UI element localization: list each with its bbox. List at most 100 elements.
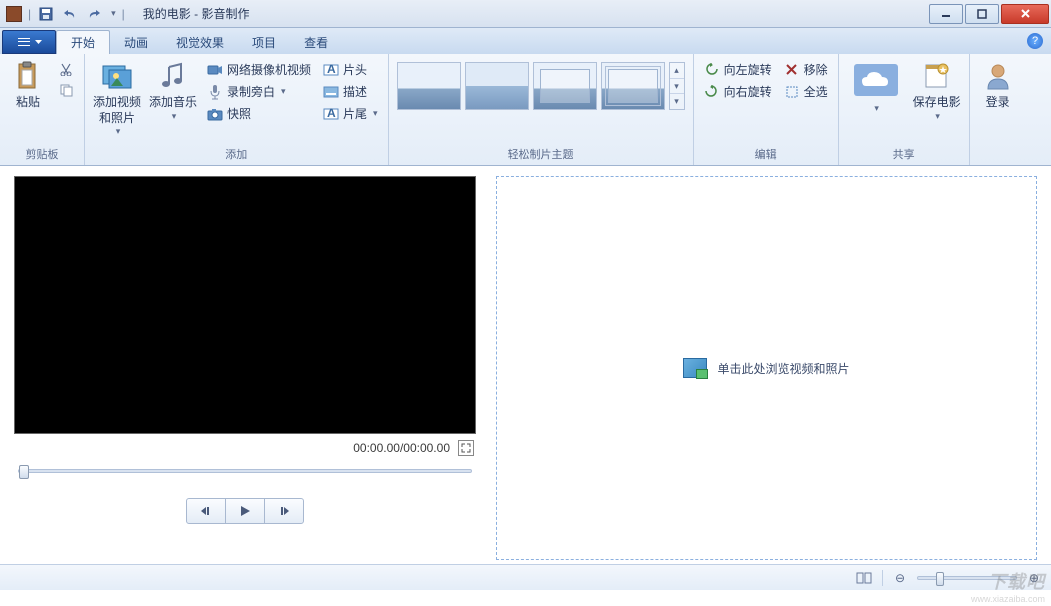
tab-home[interactable]: 开始 <box>56 30 110 54</box>
chevron-down-icon: ▾ <box>281 86 286 97</box>
maximize-button[interactable] <box>965 4 999 24</box>
caption-button[interactable]: 描述 <box>319 82 382 101</box>
paste-button[interactable]: 粘贴 <box>6 58 50 111</box>
chevron-down-icon: ▾ <box>116 126 121 138</box>
rotate-right-button[interactable]: 向右旋转 <box>700 82 776 101</box>
svg-text:A: A <box>327 107 336 120</box>
signin-label: 登录 <box>986 95 1010 111</box>
webcam-video-label: 网络摄像机视频 <box>227 61 311 78</box>
view-switch-button[interactable] <box>856 571 872 585</box>
help-button[interactable]: ? <box>1027 33 1043 49</box>
qat-undo-button[interactable] <box>61 5 79 23</box>
theme-thumb-1[interactable] <box>397 62 461 110</box>
webcam-icon <box>207 62 223 78</box>
theme-thumb-3[interactable] <box>533 62 597 110</box>
cloud-icon <box>852 60 900 100</box>
snapshot-label: 快照 <box>227 105 251 122</box>
record-narration-button[interactable]: 录制旁白 ▾ <box>203 82 315 101</box>
playback-controls <box>14 498 476 524</box>
caption-label: 描述 <box>343 83 367 100</box>
paste-label: 粘贴 <box>16 95 40 111</box>
title-label: 片头 <box>343 61 367 78</box>
user-icon <box>982 60 1014 92</box>
rotate-left-button[interactable]: 向左旋转 <box>700 60 776 79</box>
tab-animations[interactable]: 动画 <box>110 30 162 54</box>
add-music-button[interactable]: 添加音乐 ▾ <box>147 58 199 122</box>
fullscreen-button[interactable] <box>458 440 474 456</box>
window-title: 我的电影 - 影音制作 <box>143 5 250 22</box>
title-button[interactable]: A 片头 <box>319 60 382 79</box>
save-movie-icon <box>921 60 953 92</box>
group-add-label: 添加 <box>91 144 382 165</box>
ribbon: 粘贴 剪贴板 添加视频 和照片 ▾ 添加音乐 ▾ 网络摄像机视频 录制旁 <box>0 54 1051 166</box>
statusbar: ⊖ ⊕ <box>0 564 1051 590</box>
group-signin-label <box>976 148 1020 165</box>
prev-frame-button[interactable] <box>186 498 226 524</box>
watermark-sub: www.xiazaiba.com <box>971 594 1045 604</box>
select-all-button[interactable]: 全选 <box>780 82 832 101</box>
select-all-label: 全选 <box>804 83 828 100</box>
preview-pane: 00:00.00/00:00.00 <box>14 176 476 560</box>
qat-save-button[interactable] <box>37 5 55 23</box>
gallery-up-icon: ▴ <box>670 63 684 78</box>
video-preview[interactable] <box>14 176 476 434</box>
cut-button[interactable] <box>54 60 78 78</box>
theme-thumb-4[interactable] <box>601 62 665 110</box>
credits-button[interactable]: A片尾▾ <box>319 104 382 123</box>
qat-separator: | <box>28 7 31 21</box>
zoom-out-button[interactable]: ⊖ <box>893 571 907 585</box>
share-cloud-button[interactable]: ▾ <box>845 58 907 115</box>
content-area: 00:00.00/00:00.00 单击此处浏览视频和照片 <box>0 166 1051 564</box>
qat-redo-button[interactable] <box>85 5 103 23</box>
record-narration-label: 录制旁白 <box>227 83 275 100</box>
rotate-left-label: 向左旋转 <box>724 61 772 78</box>
themes-gallery: ▴ ▾ ▾ <box>395 58 687 114</box>
storyboard-placeholder-text: 单击此处浏览视频和照片 <box>717 360 849 377</box>
signin-button[interactable]: 登录 <box>976 58 1020 111</box>
gallery-down-icon: ▾ <box>670 78 684 94</box>
group-clipboard: 粘贴 剪贴板 <box>0 54 85 165</box>
tab-project[interactable]: 项目 <box>238 30 290 54</box>
app-icon <box>6 6 22 22</box>
svg-text:A: A <box>327 63 336 76</box>
add-videos-photos-button[interactable]: 添加视频 和照片 ▾ <box>91 58 143 138</box>
statusbar-separator <box>882 570 883 586</box>
add-videos-photos-label: 添加视频 和照片 <box>93 95 141 126</box>
file-menu-button[interactable] <box>2 30 56 54</box>
copy-icon <box>58 82 74 98</box>
qat-customize-dropdown[interactable]: ▾ <box>111 8 116 19</box>
watermark: 下载吧 <box>988 568 1045 594</box>
seek-thumb[interactable] <box>19 465 29 479</box>
chevron-down-icon: ▾ <box>935 111 940 123</box>
music-icon <box>157 60 189 92</box>
titlebar: | ▾ | 我的电影 - 影音制作 <box>0 0 1051 28</box>
remove-label: 移除 <box>804 61 828 78</box>
seek-slider[interactable] <box>14 462 476 480</box>
storyboard-dropzone[interactable]: 单击此处浏览视频和照片 <box>496 176 1037 560</box>
remove-button[interactable]: 移除 <box>780 60 832 79</box>
group-share: ▾ 保存电影 ▾ 共享 <box>839 54 970 165</box>
close-button[interactable] <box>1001 4 1049 24</box>
camera-icon <box>207 106 223 122</box>
snapshot-button[interactable]: 快照 <box>203 104 315 123</box>
webcam-video-button[interactable]: 网络摄像机视频 <box>203 60 315 79</box>
chevron-down-icon: ▾ <box>874 103 879 115</box>
play-button[interactable] <box>225 498 265 524</box>
themes-gallery-more[interactable]: ▴ ▾ ▾ <box>669 62 685 110</box>
group-edit: 向左旋转 向右旋转 移除 全选 编辑 <box>694 54 839 165</box>
tab-view[interactable]: 查看 <box>290 30 342 54</box>
group-share-label: 共享 <box>845 144 963 165</box>
group-edit-label: 编辑 <box>700 144 832 165</box>
rotate-right-icon <box>704 84 720 100</box>
gallery-expand-icon: ▾ <box>670 93 684 109</box>
caption-icon <box>323 84 339 100</box>
zoom-thumb[interactable] <box>936 572 944 586</box>
add-media-icon <box>101 60 133 92</box>
save-movie-button[interactable]: 保存电影 ▾ <box>911 58 963 122</box>
theme-thumb-2[interactable] <box>465 62 529 110</box>
next-frame-button[interactable] <box>264 498 304 524</box>
tab-visual-effects[interactable]: 视觉效果 <box>162 30 238 54</box>
minimize-button[interactable] <box>929 4 963 24</box>
copy-button[interactable] <box>54 81 78 99</box>
remove-icon <box>784 62 800 78</box>
